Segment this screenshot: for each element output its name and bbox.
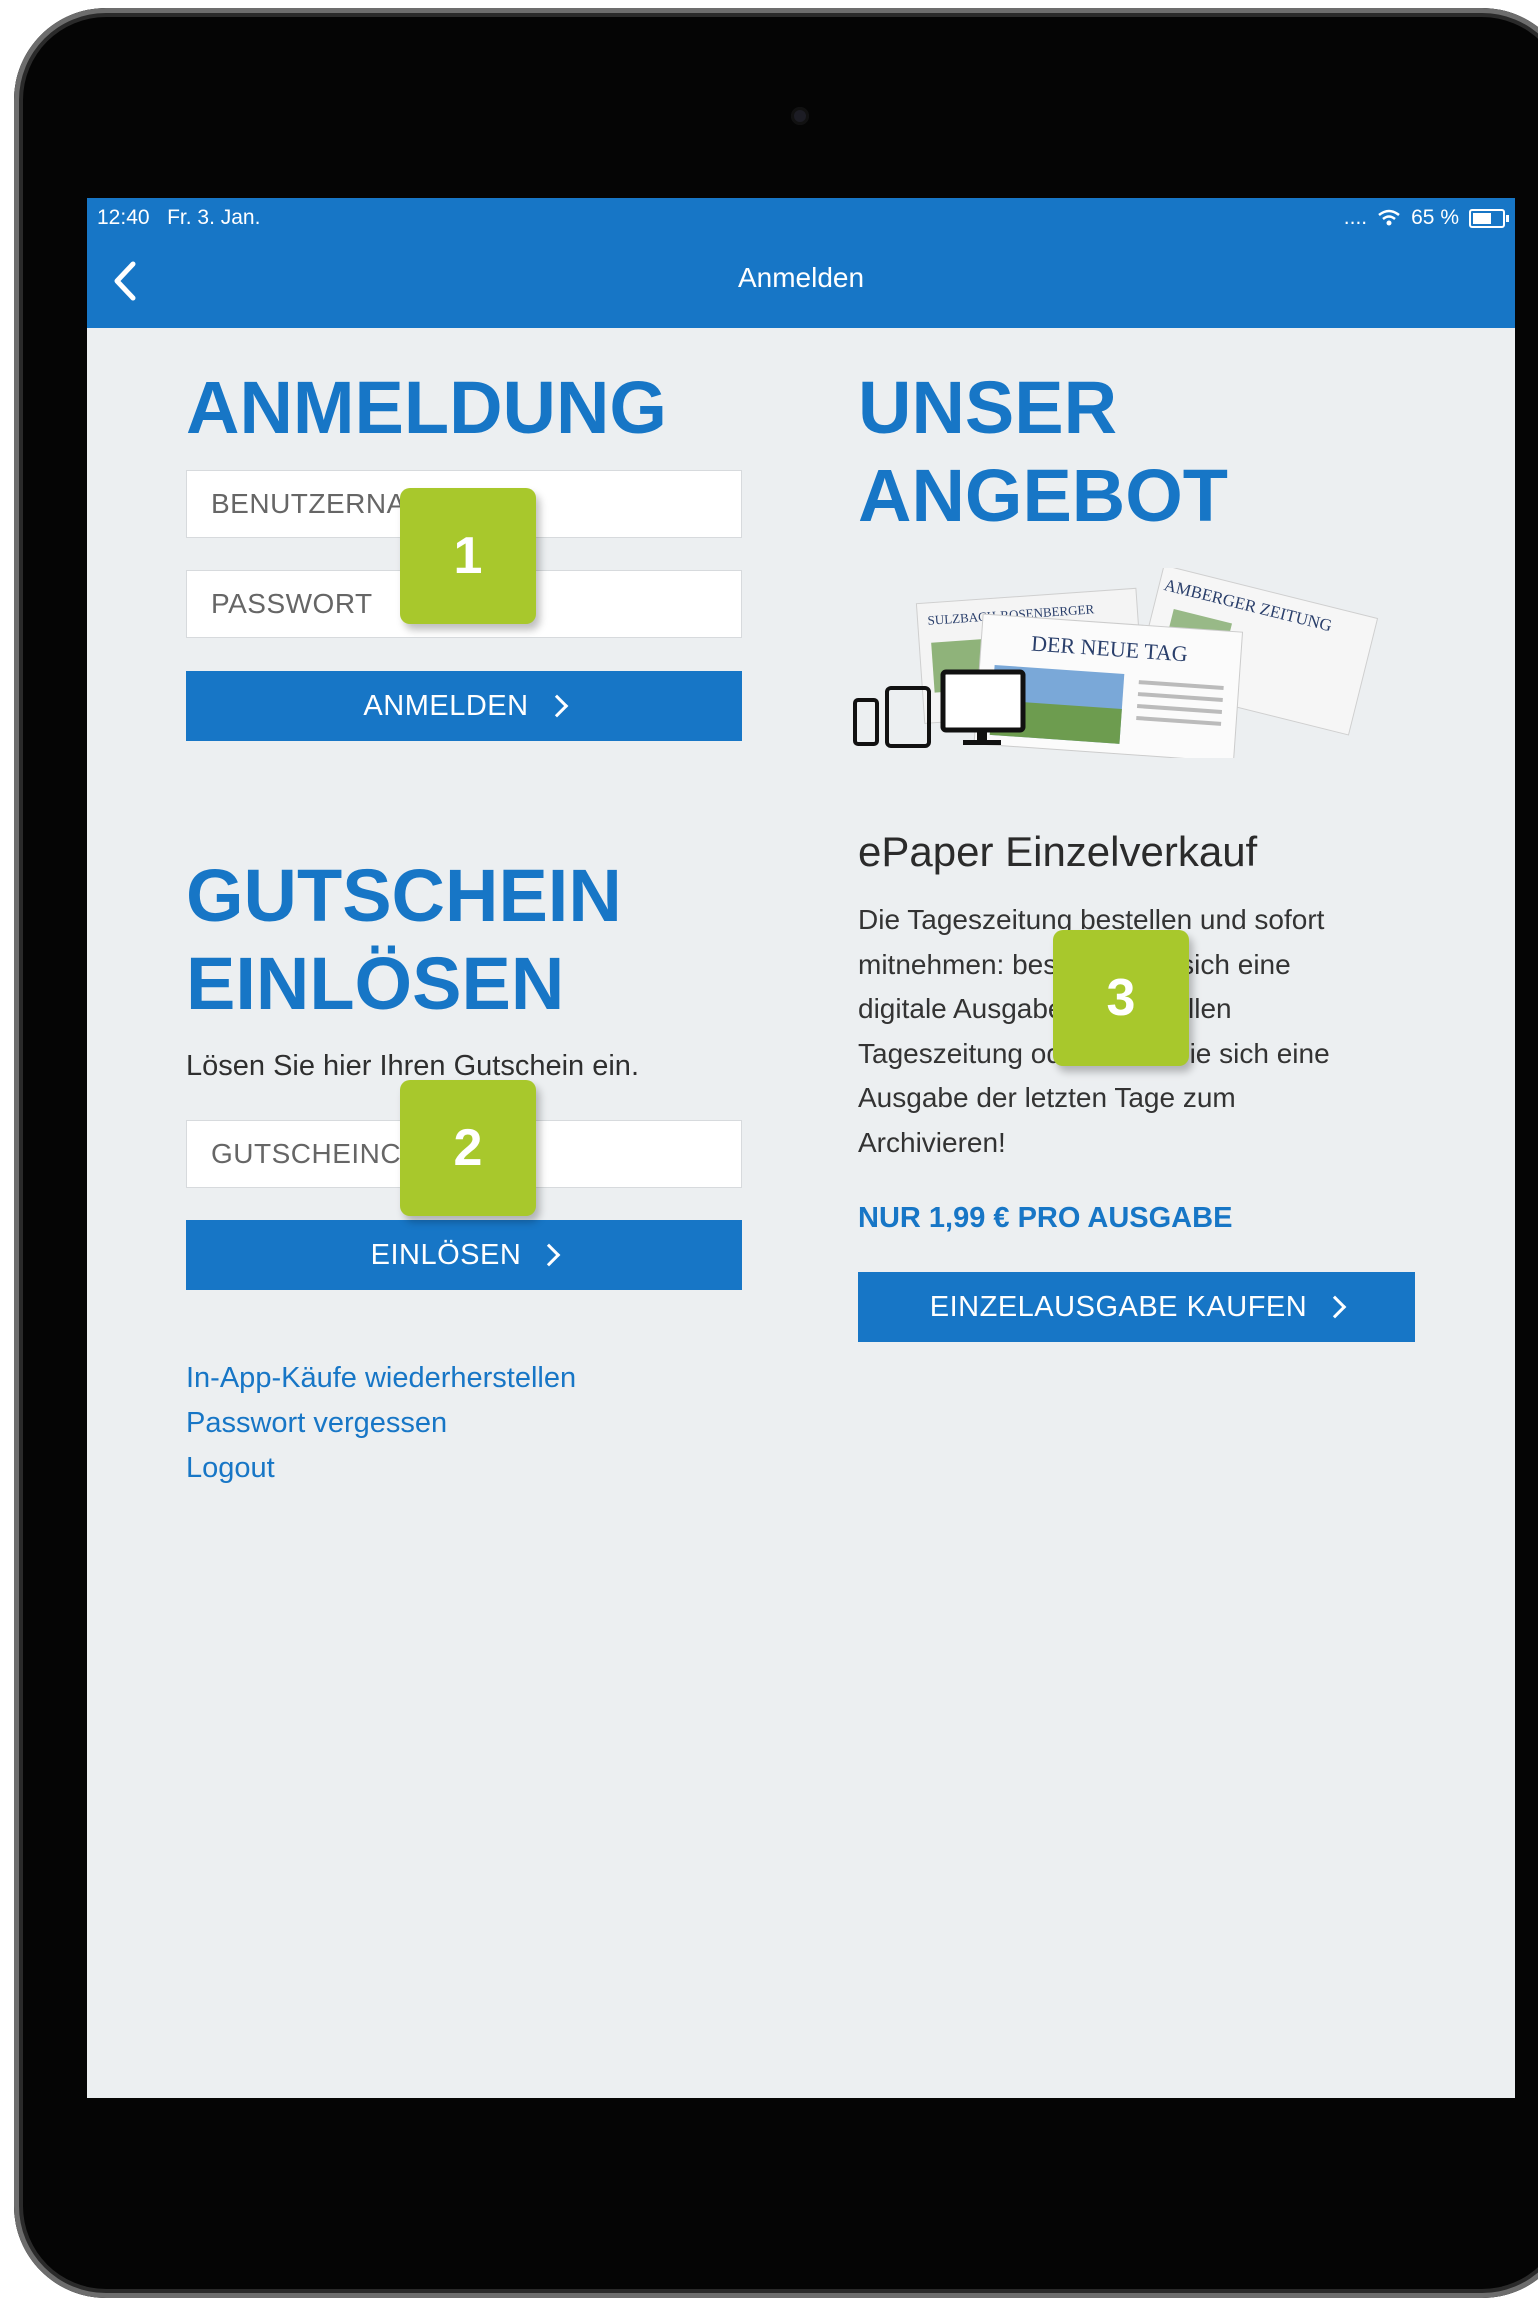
login-button[interactable]: ANMELDEN [186,671,742,741]
callout-marker-1: 1 [400,488,536,624]
forgot-password-link[interactable]: Passwort vergessen [186,1407,447,1440]
description-line: Archivieren! [858,1126,1006,1158]
buy-single-issue-button[interactable]: EINZELAUSGABE KAUFEN [858,1272,1415,1342]
callout-marker-2: 2 [400,1080,536,1216]
battery-percent: 65 % [1411,206,1459,229]
wifi-icon [1378,209,1400,226]
logout-link[interactable]: Logout [186,1452,275,1485]
newspaper-devices-illustration: SULZBACH-ROSENBERGER AMBERGER ZEITUNG DE… [853,568,1379,758]
login-button-label: ANMELDEN [363,689,529,722]
restore-purchases-link[interactable]: In-App-Käufe wiederherstellen [186,1362,576,1395]
camera-icon [791,107,809,125]
top-bar: 12:40 Fr. 3. Jan. .... 65 % Anmelden [87,198,1515,328]
battery-icon [1469,208,1509,228]
voucher-heading-line2: EINLÖSEN [186,942,565,1025]
product-title: ePaper Einzelverkauf [858,828,1258,875]
buy-button-label: EINZELAUSGABE KAUFEN [929,1290,1308,1323]
chevron-right-icon [538,1243,561,1267]
redeem-button-label: EINLÖSEN [370,1238,522,1271]
redeem-button[interactable]: EINLÖSEN [186,1220,742,1290]
signal-indicator: .... [1343,206,1368,229]
status-indicators: .... 65 % [1343,206,1509,230]
app-screen: 12:40 Fr. 3. Jan. .... 65 % Anmelden ANM… [87,198,1515,2098]
offer-heading-line1: UNSER [858,366,1118,449]
offer-heading-line2: ANGEBOT [858,454,1228,537]
callout-marker-3: 3 [1053,930,1189,1066]
voucher-heading-line1: GUTSCHEIN [186,854,622,937]
nav-title: Anmelden [737,262,865,293]
tablet-frame: 12:40 Fr. 3. Jan. .... 65 % Anmelden ANM… [14,8,1538,2298]
voucher-description: Lösen Sie hier Ihren Gutschein ein. [186,1050,639,1082]
chevron-right-icon [1323,1295,1347,1319]
chevron-right-icon [545,694,568,718]
description-line: Ausgabe der letzten Tage zum [858,1082,1236,1113]
price-text: NUR 1,99 € PRO AUSGABE [858,1202,1233,1234]
login-heading: ANMELDUNG [186,366,667,449]
status-time: 12:40 Fr. 3. Jan. [97,206,261,229]
